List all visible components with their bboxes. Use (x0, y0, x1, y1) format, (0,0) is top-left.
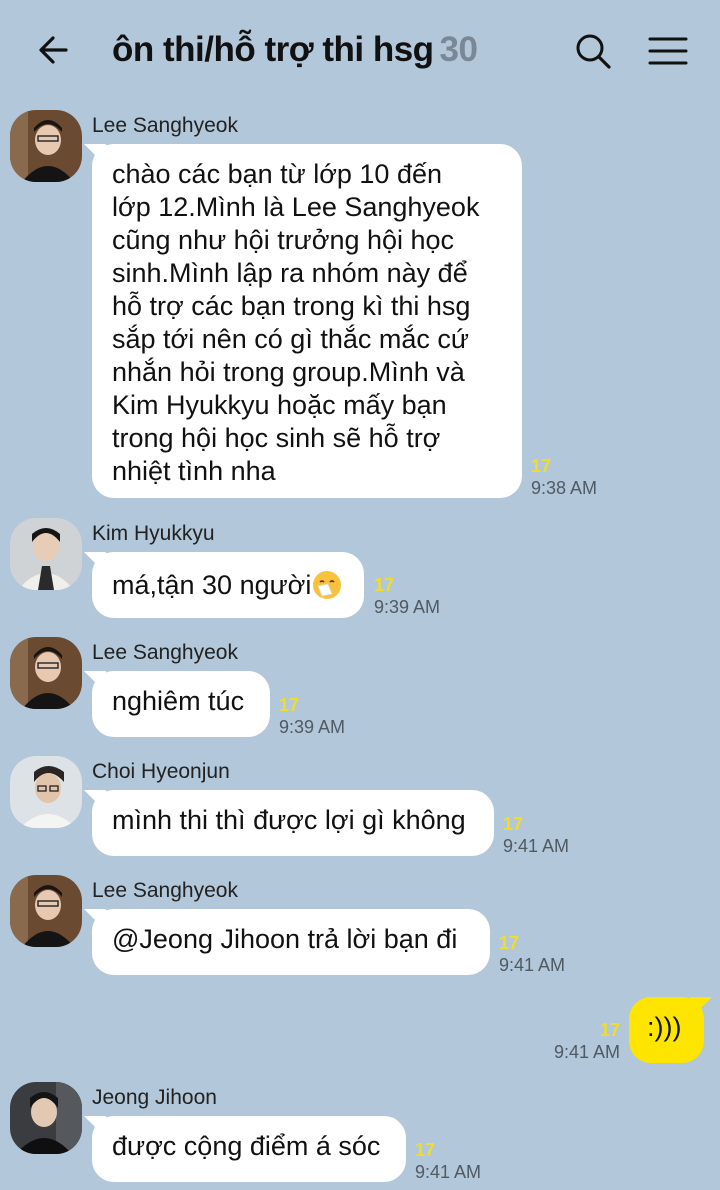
unread-count: 17 (599, 1020, 620, 1040)
message-line: sắp tới nên có gì thắc mắc cứ (112, 324, 469, 354)
sneezing-face-icon (313, 571, 342, 599)
avatar[interactable] (10, 110, 82, 182)
back-button[interactable] (34, 30, 74, 70)
unread-count: 17 (279, 695, 300, 715)
message-line: chào các bạn từ lớp 10 đến (112, 159, 442, 189)
unread-count: 17 (531, 456, 552, 476)
search-icon (576, 34, 611, 69)
avatar[interactable] (10, 1082, 82, 1154)
message-bubble[interactable]: được cộng điểm á sóc (84, 1116, 406, 1182)
message-text: @Jeong Jihoon trả lời bạn đi (112, 924, 458, 954)
message-text: má,tận 30 người (112, 569, 312, 600)
my-message-bubble[interactable]: :))) (629, 997, 712, 1063)
message-meta: 17 9:41 AM (503, 813, 569, 857)
message-bubble[interactable]: mình thi thì được lợi gì không (84, 790, 494, 856)
sender-name: Lee Sanghyeok (92, 641, 238, 664)
message-text: mình thi thì được lợi gì không (112, 805, 466, 835)
avatar[interactable] (10, 518, 82, 590)
message-bubble[interactable]: nghiêm túc (84, 671, 270, 737)
message-meta: 17 9:38 AM (531, 455, 597, 499)
timestamp: 9:41 AM (499, 955, 566, 975)
unread-count: 17 (499, 933, 520, 953)
message-meta: 17 9:41 AM (415, 1139, 481, 1183)
message-line: Kim Hyukkyu hoặc mấy bạn (112, 390, 447, 420)
sender-name: Lee Sanghyeok (92, 879, 238, 902)
avatar[interactable] (10, 875, 82, 947)
message-bubble[interactable]: @Jeong Jihoon trả lời bạn đi (84, 909, 490, 975)
message-line: lớp 12.Mình là Lee Sanghyeok (112, 192, 480, 222)
chat-header: ôn thi/hỗ trợ thi hsg 30 (0, 0, 720, 104)
message-text: được cộng điểm á sóc (112, 1131, 381, 1161)
message-text: nghiêm túc (112, 686, 245, 716)
timestamp: 9:38 AM (531, 478, 598, 498)
message-meta: 17 9:39 AM (374, 574, 440, 618)
chat-title: ôn thi/hỗ trợ thi hsg 30 (112, 30, 478, 70)
menu-button[interactable] (646, 30, 690, 72)
message-line: hỗ trợ các bạn trong kì thi hsg (112, 291, 471, 321)
message-line: sinh.Mình lập ra nhóm này để (112, 258, 468, 288)
message-meta: 17 9:41 AM (499, 932, 565, 976)
message-meta: 17 9:39 AM (279, 694, 345, 738)
timestamp: 9:41 AM (503, 836, 570, 856)
search-button[interactable] (572, 30, 614, 72)
message-meta: 17 9:41 AM (520, 1019, 620, 1063)
avatar[interactable] (10, 756, 82, 828)
timestamp: 9:39 AM (279, 717, 346, 737)
sender-name: Lee Sanghyeok (92, 114, 238, 137)
hamburger-menu-icon (648, 37, 688, 65)
sender-name: Choi Hyeonjun (92, 760, 230, 783)
unread-count: 17 (415, 1140, 436, 1160)
unread-count: 17 (374, 575, 395, 595)
message-line: nhiệt tình nha (112, 456, 276, 486)
message-line: cũng như hội trưởng hội học (112, 225, 455, 255)
unread-count: 17 (503, 814, 524, 834)
message-line: trong hội học sinh sẽ hỗ trợ (112, 423, 441, 453)
message-text: :))) (647, 1012, 682, 1042)
message-bubble[interactable]: chào các bạn từ lớp 10 đến lớp 12.Mình l… (84, 144, 522, 498)
message-line: nhắn hỏi trong group.Mình và (112, 357, 465, 387)
chat-name: ôn thi/hỗ trợ thi hsg (112, 30, 434, 69)
timestamp: 9:41 AM (415, 1162, 482, 1182)
sender-name: Kim Hyukkyu (92, 522, 215, 545)
avatar[interactable] (10, 637, 82, 709)
timestamp: 9:41 AM (553, 1042, 620, 1062)
timestamp: 9:39 AM (374, 597, 441, 617)
sender-name: Jeong Jihoon (92, 1086, 217, 1109)
arrow-left-icon (39, 36, 68, 64)
message-bubble[interactable]: má,tận 30 người (84, 552, 364, 618)
member-count: 30 (439, 30, 478, 69)
